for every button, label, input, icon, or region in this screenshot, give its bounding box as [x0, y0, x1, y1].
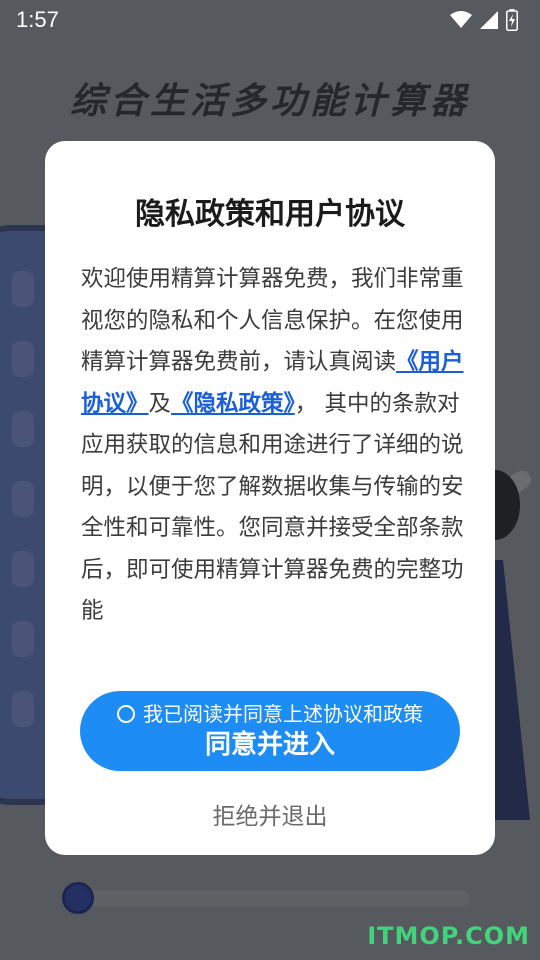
app-title: 综合生活多功能计算器: [69, 81, 470, 122]
calculator-key: [12, 481, 34, 517]
privacy-policy-link[interactable]: 《隐私政策》: [171, 391, 295, 417]
status-bar: 1:57: [0, 0, 540, 40]
calculator-key: [12, 411, 34, 447]
calculator-key: [12, 341, 34, 377]
agree-checkbox[interactable]: 我已阅读并同意上述协议和政策: [117, 701, 423, 727]
battery-charging-icon: [506, 9, 518, 31]
wifi-icon: [450, 11, 472, 29]
agree-and-enter-button[interactable]: 我已阅读并同意上述协议和政策 同意并进入: [80, 691, 460, 771]
status-icons: [450, 9, 518, 31]
body-text-part3: ， 其中的条款对应用获取的信息和用途进行了详细的说明，以便于您了解数据收集与传输…: [81, 390, 464, 625]
radio-unchecked-icon[interactable]: [117, 705, 135, 723]
dialog-body-text: 欢迎使用精算计算器免费，我们非常重视您的隐私和个人信息保护。在您使用精算计算器免…: [81, 259, 471, 633]
refuse-and-exit-button[interactable]: 拒绝并退出: [45, 797, 495, 831]
dialog-title: 隐私政策和用户协议: [135, 197, 405, 232]
progress-slider-knob: [62, 882, 94, 914]
site-watermark: ITMOP.COM: [367, 922, 530, 950]
cellular-signal-icon: [480, 11, 498, 29]
privacy-dialog: 隐私政策和用户协议 欢迎使用精算计算器免费，我们非常重视您的隐私和个人信息保护。…: [45, 141, 495, 855]
agree-button-label: 同意并进入: [204, 730, 335, 760]
calculator-key: [12, 691, 34, 727]
calculator-key: [12, 621, 34, 657]
body-text-part2: 及: [148, 390, 172, 417]
calculator-key: [12, 551, 34, 587]
status-time: 1:57: [16, 7, 59, 32]
progress-slider-track: [70, 890, 470, 906]
calculator-key: [12, 271, 34, 307]
agree-checkbox-label: 我已阅读并同意上述协议和政策: [143, 702, 423, 726]
